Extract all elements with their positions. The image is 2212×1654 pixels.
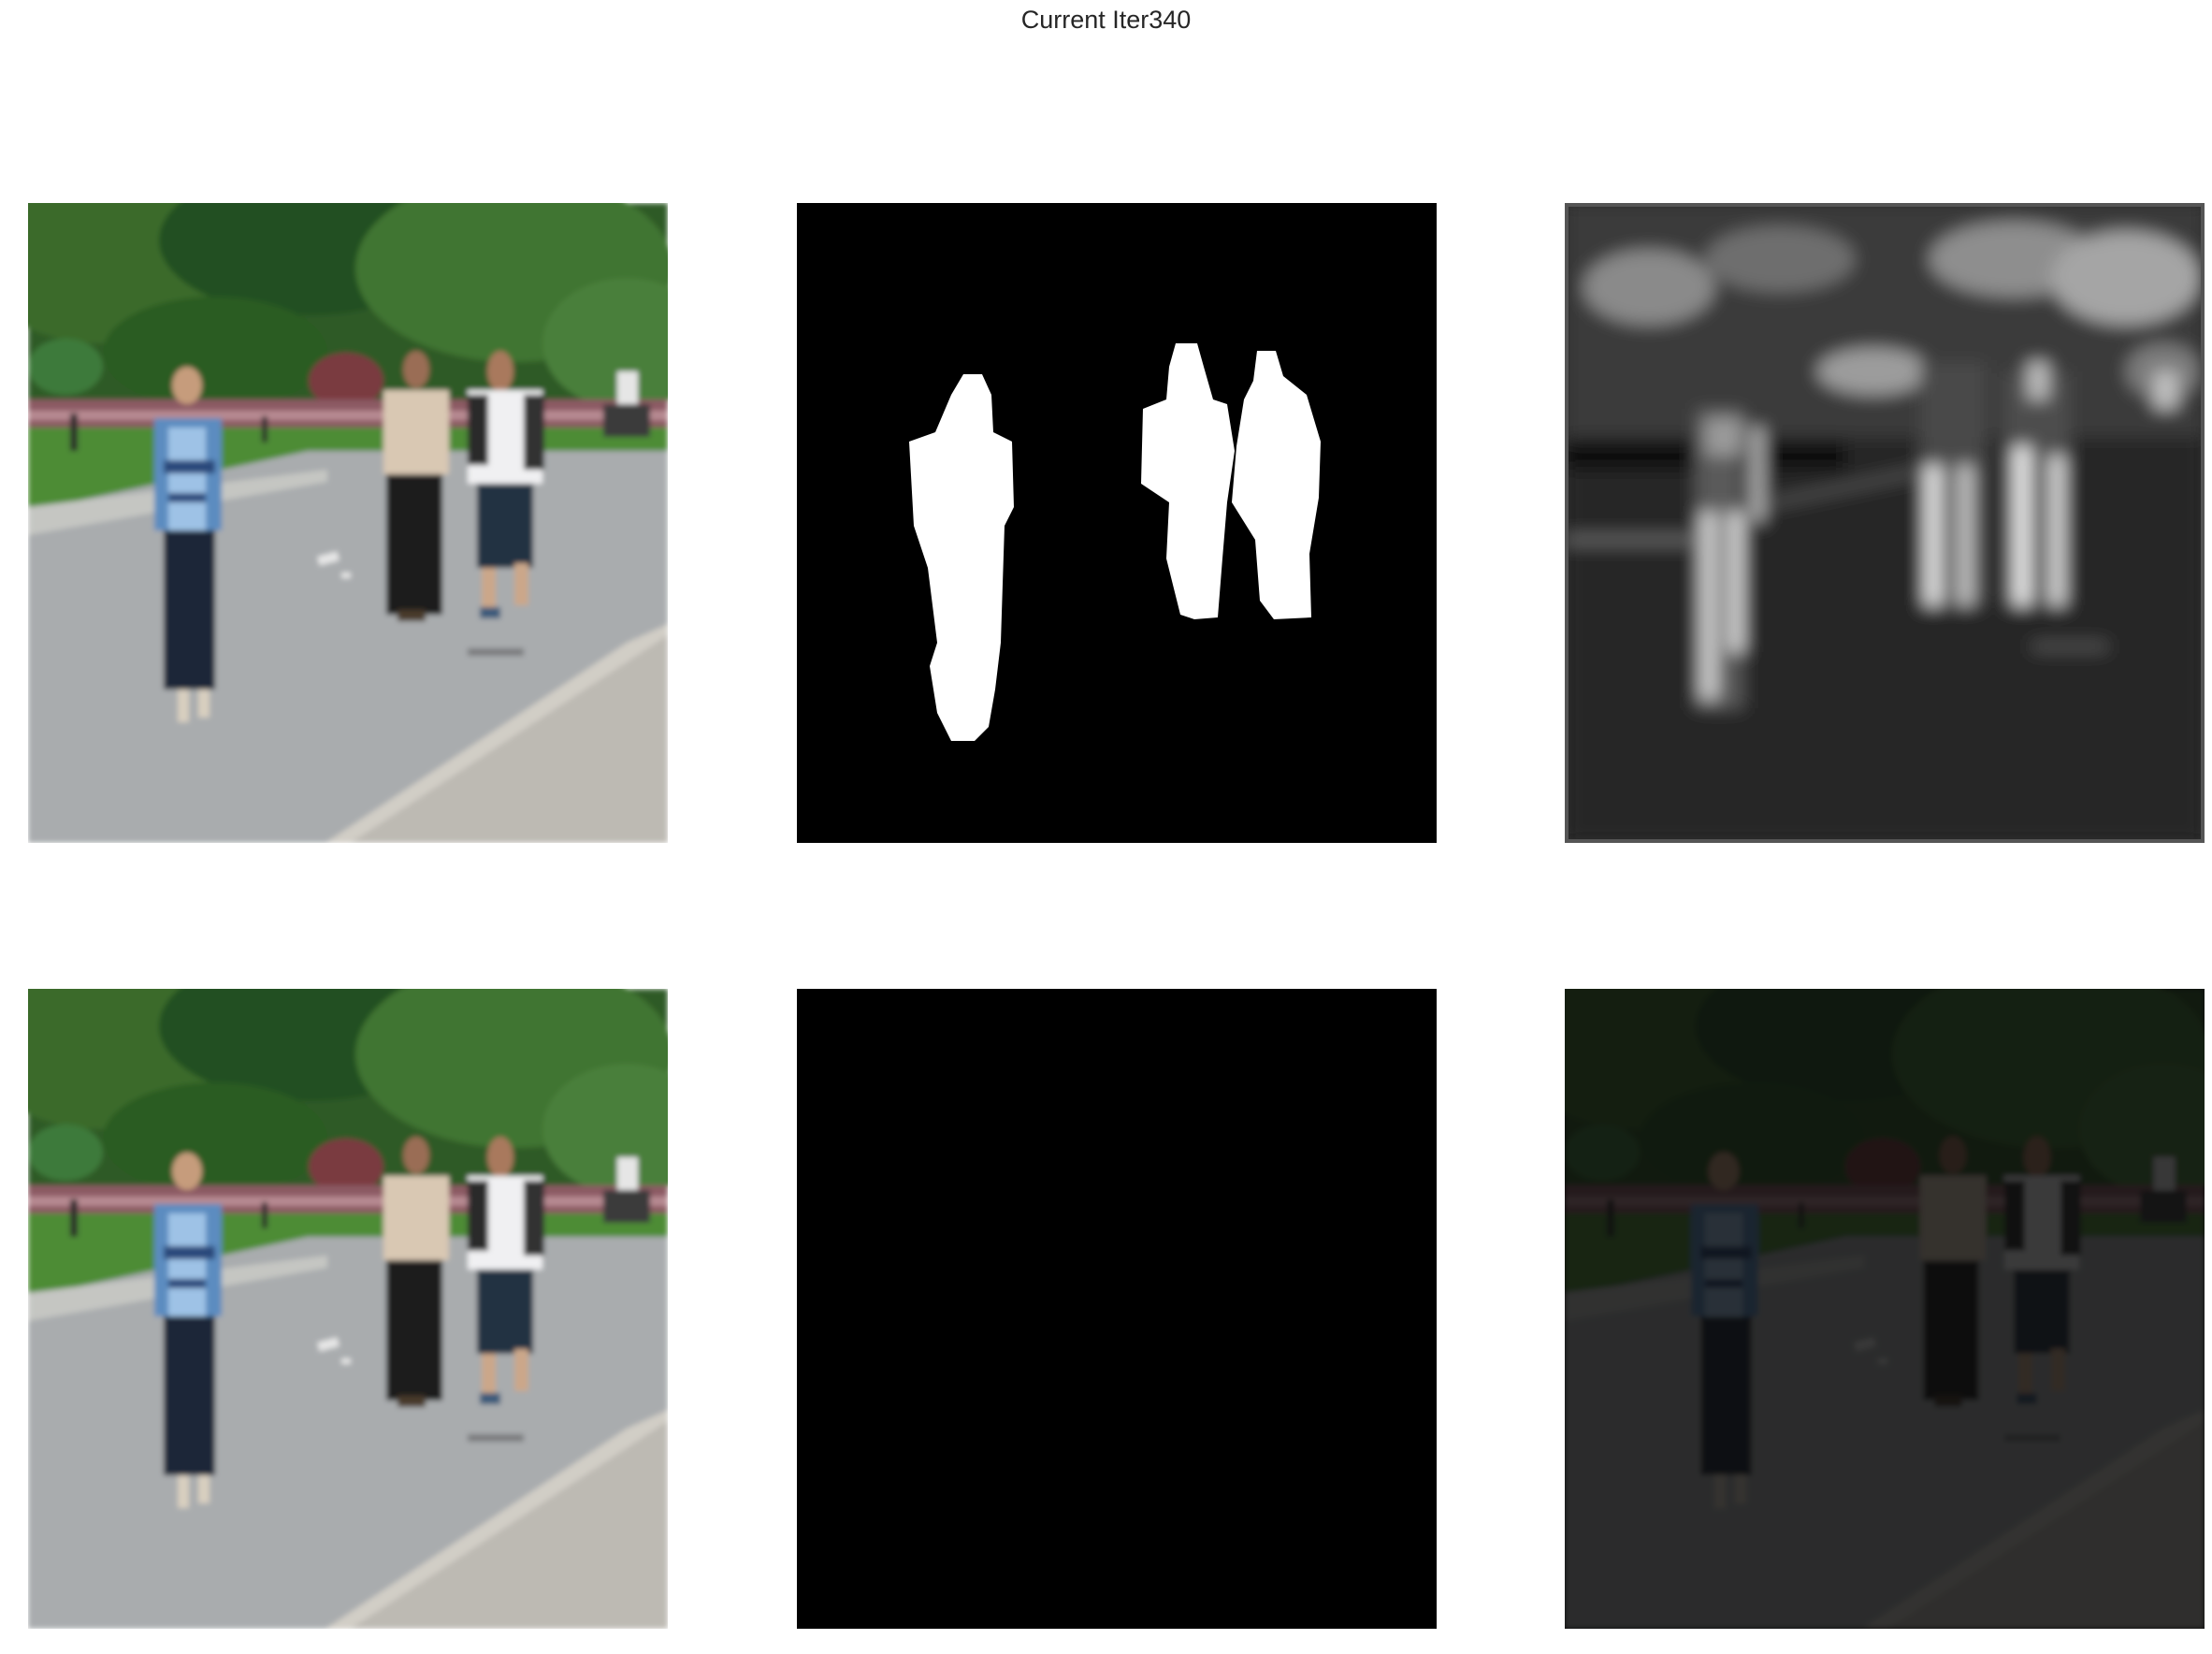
- prediction-map: [1565, 203, 2205, 843]
- input-image-2: [28, 989, 668, 1629]
- masked-image-panel: [797, 989, 1437, 1629]
- figure-title: Current Iter340: [1020, 6, 1192, 34]
- ground-truth-mask-panel: [797, 203, 1437, 843]
- ground-truth-mask: [797, 203, 1437, 843]
- prediction-overlay-panel: [1565, 989, 2205, 1629]
- prediction-overlay: [1565, 989, 2205, 1629]
- input-image-panel-2: [28, 989, 668, 1629]
- masked-image: [797, 989, 1437, 1629]
- prediction-map-panel: [1565, 203, 2205, 843]
- input-image-panel: [28, 203, 668, 843]
- input-image: [28, 203, 668, 843]
